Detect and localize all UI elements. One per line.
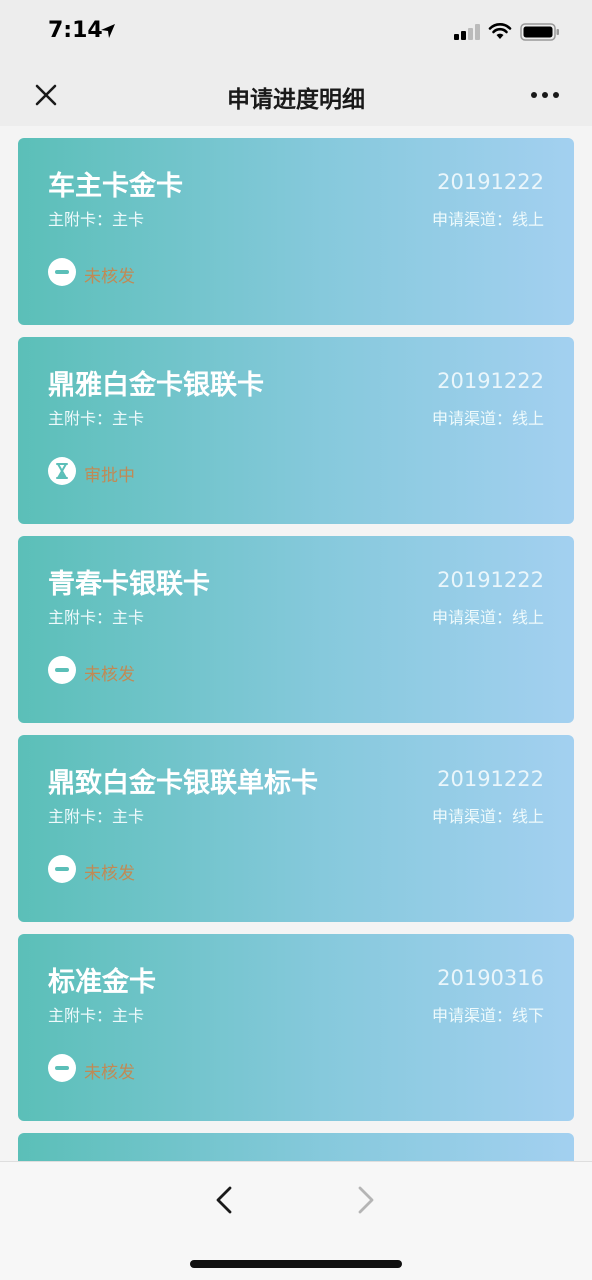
application-card-list: 车主卡金卡 20191222 主附卡：主卡 申请渠道：线上 未核发 鼎雅白金卡银…	[18, 138, 574, 1161]
status-time: 7:14	[48, 18, 103, 43]
status-badge: 未核发	[84, 864, 135, 884]
application-date: 20191222	[437, 767, 544, 791]
application-card[interactable]: 车主卡金卡 20191222 主附卡：主卡 申请渠道：线上 未核发	[18, 138, 574, 325]
application-card[interactable]: 鼎雅白金卡银联卡 20191222 主附卡：主卡 申请渠道：线上 审批中	[18, 337, 574, 524]
status-bar: 7:14	[0, 0, 592, 64]
browser-toolbar	[0, 1161, 592, 1280]
battery-icon	[520, 23, 559, 41]
card-type-label: 主附卡：主卡	[48, 409, 145, 428]
application-channel: 申请渠道：线上	[431, 409, 544, 428]
application-date: 20190316	[437, 966, 544, 990]
status-badge: 未核发	[84, 665, 135, 685]
wifi-icon	[488, 23, 512, 39]
application-channel: 申请渠道：线下	[431, 1006, 544, 1025]
minus-circle-icon	[48, 656, 76, 684]
card-type-label: 主附卡：主卡	[48, 1006, 145, 1025]
cellular-signal-icon	[454, 24, 480, 40]
back-arrow-icon[interactable]	[204, 1180, 244, 1220]
status-badge: 未核发	[84, 1063, 135, 1083]
application-channel: 申请渠道：线上	[431, 608, 544, 627]
application-channel: 申请渠道：线上	[431, 807, 544, 826]
application-card-partial[interactable]	[18, 1133, 574, 1161]
application-date: 20191222	[437, 170, 544, 194]
home-indicator[interactable]	[190, 1260, 402, 1268]
forward-arrow-icon[interactable]	[346, 1180, 386, 1220]
card-type-label: 主附卡：主卡	[48, 608, 145, 627]
application-date: 20191222	[437, 568, 544, 592]
location-arrow-icon	[101, 24, 115, 38]
minus-circle-icon	[48, 1054, 76, 1082]
minus-circle-icon	[48, 258, 76, 286]
application-channel: 申请渠道：线上	[431, 210, 544, 229]
hourglass-icon	[48, 457, 76, 485]
card-name: 标准金卡	[48, 967, 156, 998]
application-date: 20191222	[437, 369, 544, 393]
app-screen: 7:14 申请进度明细 车主卡金卡 20191222 主附卡：主卡 申请渠道：线…	[0, 0, 592, 1280]
card-name: 车主卡金卡	[48, 171, 183, 202]
card-type-label: 主附卡：主卡	[48, 807, 145, 826]
card-name: 鼎致白金卡银联单标卡	[48, 768, 318, 799]
card-name: 鼎雅白金卡银联卡	[48, 370, 264, 401]
minus-circle-icon	[48, 855, 76, 883]
status-badge: 未核发	[84, 267, 135, 287]
application-card[interactable]: 鼎致白金卡银联单标卡 20191222 主附卡：主卡 申请渠道：线上 未核发	[18, 735, 574, 922]
application-card[interactable]: 标准金卡 20190316 主附卡：主卡 申请渠道：线下 未核发	[18, 934, 574, 1121]
nav-bar: 申请进度明细	[0, 64, 592, 126]
card-name: 青春卡银联卡	[48, 569, 210, 600]
application-card[interactable]: 青春卡银联卡 20191222 主附卡：主卡 申请渠道：线上 未核发	[18, 536, 574, 723]
card-type-label: 主附卡：主卡	[48, 210, 145, 229]
more-options-icon[interactable]	[530, 90, 560, 100]
page-title: 申请进度明细	[227, 87, 365, 113]
status-badge: 审批中	[84, 466, 135, 486]
